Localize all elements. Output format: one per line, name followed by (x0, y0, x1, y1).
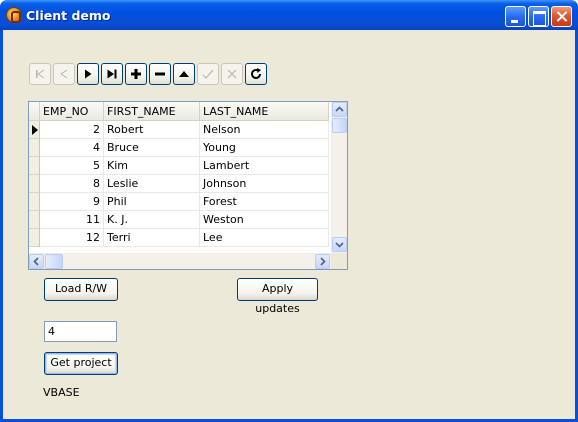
cell-emp-no[interactable]: 9 (40, 193, 104, 211)
cell-last-name[interactable]: Lambert (200, 157, 329, 175)
last-record-icon (107, 69, 117, 79)
apply-updates-button[interactable]: Apply updates (237, 278, 318, 315)
form-client-area: EMP_NO FIRST_NAME LAST_NAME 2 Robert Nelso… (3, 30, 575, 419)
table-row[interactable]: 11 K. J. Weston (29, 211, 329, 229)
chevron-up-icon (335, 106, 344, 112)
chevron-down-icon (335, 242, 344, 248)
table-row[interactable]: 12 Terri Lee (29, 229, 329, 247)
scroll-left-button[interactable] (29, 254, 44, 269)
maximize-button[interactable] (528, 6, 549, 27)
table-row[interactable]: 9 Phil Forest (29, 193, 329, 211)
cell-first-name[interactable]: Kim (104, 157, 200, 175)
scrollbar-corner (331, 253, 347, 269)
first-record-icon (36, 69, 45, 79)
column-header-first-name[interactable]: FIRST_NAME (104, 102, 200, 121)
table-row[interactable]: 2 Robert Nelson (29, 121, 329, 139)
prior-record-icon (60, 69, 68, 79)
row-indicator[interactable] (29, 139, 40, 157)
delete-record-icon (155, 72, 165, 76)
indicator-header (29, 102, 40, 121)
table-row[interactable]: 8 Leslie Johnson (29, 175, 329, 193)
prior-record-button[interactable] (53, 63, 75, 85)
vertical-scrollbar[interactable] (331, 102, 347, 253)
get-project-button[interactable]: Get project (44, 352, 118, 375)
table-row[interactable]: 5 Kim Lambert (29, 157, 329, 175)
horizontal-scrollbar[interactable] (29, 253, 331, 269)
column-header-emp-no[interactable]: EMP_NO (40, 102, 104, 121)
last-record-button[interactable] (101, 63, 123, 85)
cell-first-name[interactable]: Robert (104, 121, 200, 139)
insert-record-button[interactable] (125, 63, 147, 85)
row-indicator[interactable] (29, 211, 40, 229)
cell-first-name[interactable]: Bruce (104, 139, 200, 157)
cell-emp-no[interactable]: 4 (40, 139, 104, 157)
employee-grid[interactable]: EMP_NO FIRST_NAME LAST_NAME 2 Robert Nelso… (28, 101, 348, 270)
column-header-last-name[interactable]: LAST_NAME (200, 102, 329, 121)
load-rw-button[interactable]: Load R/W (44, 278, 118, 301)
cell-emp-no[interactable]: 2 (40, 121, 104, 139)
post-edit-icon (202, 69, 214, 79)
edit-record-icon (179, 71, 189, 77)
scroll-down-button[interactable] (332, 237, 347, 252)
cell-last-name[interactable]: Young (200, 139, 329, 157)
cell-last-name[interactable]: Forest (200, 193, 329, 211)
app-icon[interactable] (6, 7, 22, 23)
next-record-button[interactable] (77, 63, 99, 85)
cell-last-name[interactable]: Lee (200, 229, 329, 247)
scroll-right-button[interactable] (315, 254, 330, 269)
refresh-data-icon (251, 68, 261, 79)
cancel-edit-button[interactable] (221, 63, 243, 85)
cell-first-name[interactable]: Phil (104, 193, 200, 211)
scroll-up-button[interactable] (332, 102, 347, 117)
next-record-icon (85, 69, 92, 79)
minimize-button[interactable] (505, 6, 526, 27)
chevron-left-icon (33, 257, 39, 266)
cell-first-name[interactable]: Leslie (104, 175, 200, 193)
window-title: Client demo (26, 8, 111, 23)
cancel-edit-icon (227, 69, 237, 79)
grid-rows: 2 Robert Nelson 4 Bruce Young 5 Kim Lambert 8 Lesl… (29, 121, 329, 247)
chevron-right-icon (320, 257, 326, 266)
cell-first-name[interactable]: K. J. (104, 211, 200, 229)
post-edit-button[interactable] (197, 63, 219, 85)
grid-header: EMP_NO FIRST_NAME LAST_NAME (29, 102, 329, 121)
cell-last-name[interactable]: Weston (200, 211, 329, 229)
cell-emp-no[interactable]: 5 (40, 157, 104, 175)
cell-emp-no[interactable]: 11 (40, 211, 104, 229)
title-bar[interactable]: Client demo (0, 0, 578, 30)
first-record-button[interactable] (29, 63, 51, 85)
project-id-input[interactable]: 4 (44, 321, 117, 342)
cell-emp-no[interactable]: 8 (40, 175, 104, 193)
current-row-indicator-icon[interactable] (29, 121, 40, 139)
delete-record-button[interactable] (149, 63, 171, 85)
refresh-data-button[interactable] (245, 63, 267, 85)
cell-last-name[interactable]: Nelson (200, 121, 329, 139)
row-indicator[interactable] (29, 229, 40, 247)
client-demo-window: Client demo EMP_NO FIRST_NAME LAST_NAME … (0, 0, 578, 422)
edit-record-button[interactable] (173, 63, 195, 85)
project-result-label: VBASE (43, 386, 80, 399)
horizontal-scroll-thumb[interactable] (45, 254, 63, 269)
table-row[interactable]: 4 Bruce Young (29, 139, 329, 157)
vertical-scroll-thumb[interactable] (332, 118, 347, 133)
row-indicator[interactable] (29, 193, 40, 211)
cell-first-name[interactable]: Terri (104, 229, 200, 247)
row-indicator[interactable] (29, 157, 40, 175)
insert-record-icon (131, 69, 141, 79)
close-button[interactable] (551, 6, 572, 27)
cell-last-name[interactable]: Johnson (200, 175, 329, 193)
cell-emp-no[interactable]: 12 (40, 229, 104, 247)
row-indicator[interactable] (29, 175, 40, 193)
